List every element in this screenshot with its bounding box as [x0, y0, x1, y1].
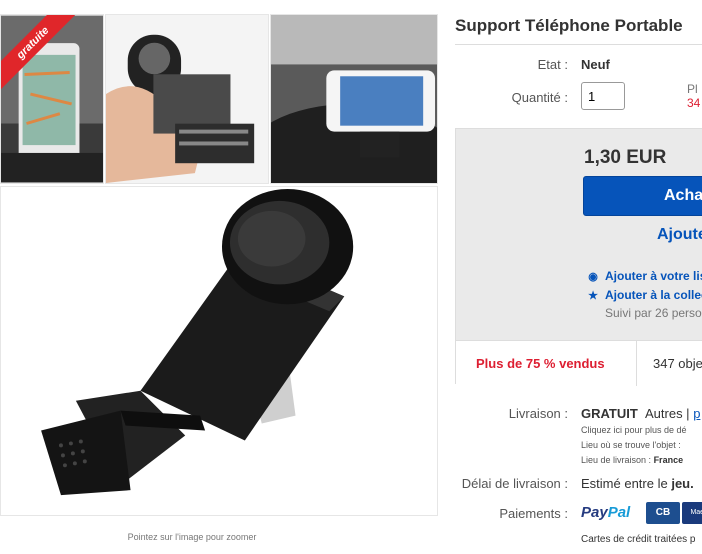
collection-label: Ajouter à la collec [605, 288, 702, 302]
quantity-label: Quantité : [511, 90, 568, 105]
thumbnail-3[interactable] [270, 14, 438, 184]
iphone-on-dashboard-image [271, 15, 437, 183]
sold-count: 347 obje [653, 356, 702, 371]
paypal-logo: PayPal [581, 504, 630, 521]
divider [636, 341, 637, 386]
shipping-details-link[interactable]: Cliquez ici pour plus de dé [581, 425, 687, 435]
price: 1,30 EUR [584, 147, 667, 168]
buy-box: 1,30 EUR Acha Ajoute ◉ Ajouter à votre li… [455, 128, 702, 386]
shipping-label: Livraison : [508, 406, 568, 421]
paypal-logo-part-2: Pal [607, 504, 631, 521]
shipping-free: GRATUIT [581, 406, 638, 421]
divider [455, 44, 702, 45]
delivery-delay-label: Délai de livraison : [461, 476, 568, 491]
product-details: Support Téléphone Portable Etat : Neuf Q… [455, 0, 702, 554]
watchlist-link[interactable]: ◉ Ajouter à votre lis [587, 269, 702, 283]
followers-count: Suivi par 26 perso [605, 306, 702, 320]
thumbnail-2[interactable] [105, 14, 269, 184]
delivery-location: Lieu de livraison : France [581, 455, 683, 465]
maestro-card-icon: Maes [682, 502, 702, 524]
main-product-photo[interactable] [0, 186, 438, 516]
item-location: Lieu où se trouve l'objet : [581, 440, 681, 450]
condition-value: Neuf [581, 57, 610, 72]
delivery-location-value: France [653, 455, 684, 465]
delivery-delay-value: Estimé entre le jeu. [581, 476, 694, 491]
cards-note: Cartes de crédit traitées p [581, 534, 696, 545]
add-to-cart-link[interactable]: Ajoute [657, 226, 702, 244]
quantity-input[interactable] [581, 82, 625, 110]
delivery-location-label: Lieu de livraison : [581, 455, 652, 465]
product-title: Support Téléphone Portable [455, 16, 683, 35]
shipping-other-link[interactable]: p [693, 406, 700, 421]
condition-label: Etat : [537, 57, 568, 72]
sold-percentage: Plus de 75 % vendus [476, 356, 605, 371]
buy-now-button[interactable]: Acha [583, 176, 702, 216]
paypal-logo-part-1: Pay [581, 504, 608, 521]
payments-label: Paiements : [499, 506, 568, 521]
availability-line-1: Pl [687, 82, 698, 96]
availability: Pl 34 [687, 82, 700, 110]
availability-line-2: 34 [687, 96, 701, 110]
thumbnail-1[interactable]: gratuite [0, 14, 104, 184]
eye-icon: ◉ [588, 271, 598, 283]
collection-link[interactable]: ★ Ajouter à la collec [587, 288, 702, 302]
cb-card-icon: CB [646, 502, 680, 524]
shipping-other-text: Autres | [645, 406, 690, 421]
star-icon: ★ [588, 290, 598, 302]
delay-day: jeu. [671, 476, 694, 491]
car-mount-photo [1, 187, 437, 515]
zoom-hint: Pointez sur l'image pour zoomer [127, 532, 257, 542]
hand-holding-mount-image [106, 15, 268, 183]
delay-prefix: Estimé entre le [581, 476, 668, 491]
image-gallery: gratuite Pointez sur l'image pour zoomer [0, 0, 440, 554]
sold-bar: Plus de 75 % vendus 347 obje [456, 340, 702, 386]
phone-in-car-image [1, 15, 103, 183]
watchlist-label: Ajouter à votre lis [605, 269, 702, 283]
shipping-other: Autres | p [645, 406, 700, 421]
